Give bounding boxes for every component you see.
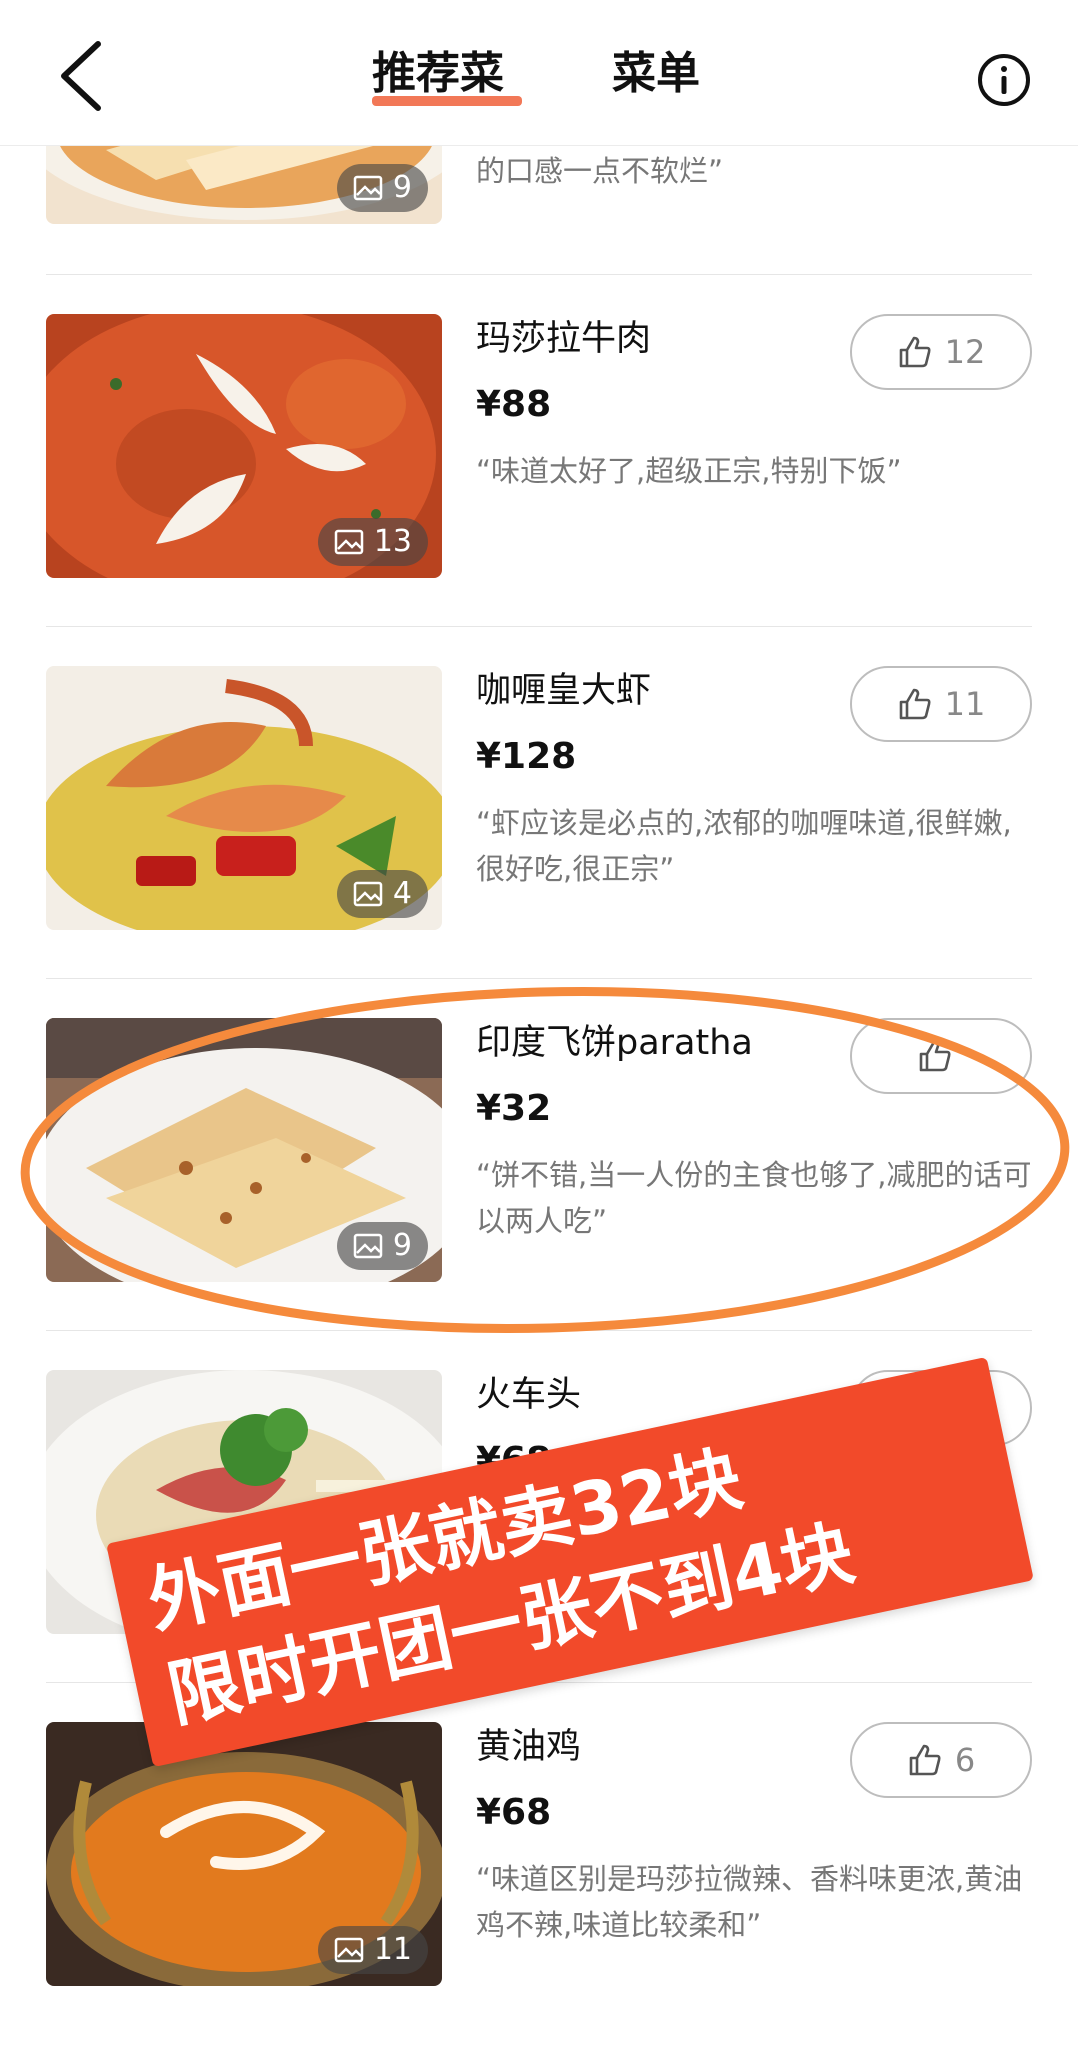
dish-quote: “味道太好了,超级正宗,特别下饭” bbox=[476, 454, 902, 488]
like-button[interactable]: 12 bbox=[850, 314, 1032, 390]
like-button[interactable]: 6 bbox=[850, 1722, 1032, 1798]
list-item[interactable]: 11 黄油鸡 ¥68 “味道区别是玛莎拉微辣、香料味更浓,黄油鸡不辣,味道比较柔… bbox=[46, 1722, 1032, 1990]
like-count: 11 bbox=[944, 685, 986, 723]
image-icon bbox=[353, 881, 383, 907]
photo-count-badge: 4 bbox=[336, 870, 428, 918]
divider bbox=[46, 1330, 1032, 1331]
list-item[interactable]: 9 印度飞饼paratha ¥32 “饼不错,当一人份的主食也够了,减肥的话可以… bbox=[46, 1018, 1032, 1286]
image-icon bbox=[353, 1233, 383, 1259]
thumbs-up-icon bbox=[899, 688, 931, 720]
photo-count: 11 bbox=[373, 1932, 412, 1967]
dish-quote: “味道区别是玛莎拉微辣、香料味更浓,黄油鸡不辣,味道比较柔和” bbox=[476, 1862, 1023, 1942]
page: 推荐菜 菜单 9 的口感一点不软烂” 13 玛莎拉牛肉 ¥88 “味道太好了,超… bbox=[0, 0, 1078, 2054]
image-icon bbox=[334, 1937, 364, 1963]
like-button[interactable] bbox=[850, 1018, 1032, 1094]
tab-menu[interactable]: 菜单 bbox=[612, 44, 700, 104]
image-icon bbox=[334, 529, 364, 555]
photo-count-badge: 11 bbox=[317, 1926, 428, 1974]
back-button[interactable] bbox=[50, 36, 120, 116]
like-count: 6 bbox=[954, 1741, 976, 1779]
top-bar: 推荐菜 菜单 bbox=[0, 0, 1078, 146]
thumbs-up-icon bbox=[909, 1744, 941, 1776]
dish-price: ¥68 bbox=[476, 1792, 552, 1833]
divider bbox=[46, 626, 1032, 627]
info-icon bbox=[978, 54, 1030, 106]
thumbs-up-icon bbox=[899, 336, 931, 368]
dish-price: ¥88 bbox=[476, 384, 552, 425]
photo-count: 13 bbox=[373, 524, 412, 559]
dish-price: ¥32 bbox=[476, 1088, 552, 1129]
dish-photo[interactable]: 9 bbox=[46, 1018, 442, 1282]
dish-name: 火车头 bbox=[476, 1375, 582, 1415]
info-button[interactable] bbox=[976, 52, 1032, 108]
divider bbox=[46, 274, 1032, 275]
dish-photo[interactable]: 4 bbox=[46, 666, 442, 930]
dish-price: ¥128 bbox=[476, 736, 577, 777]
dish-name: 咖喱皇大虾 bbox=[476, 671, 652, 711]
list-item[interactable]: 4 咖喱皇大虾 ¥128 “虾应该是必点的,浓郁的咖喱味道,很鲜嫩,很好吃,很正… bbox=[46, 666, 1032, 934]
dish-quote: “虾应该是必点的,浓郁的咖喱味道,很鲜嫩,很好吃,很正宗” bbox=[476, 806, 1012, 886]
photo-count-badge: 13 bbox=[317, 518, 428, 566]
photo-count: 9 bbox=[392, 1228, 412, 1263]
like-count: 12 bbox=[944, 333, 986, 371]
image-icon bbox=[353, 175, 383, 201]
dish-name: 黄油鸡 bbox=[476, 1727, 582, 1767]
chevron-left-icon bbox=[61, 41, 101, 111]
dish-name: 玛莎拉牛肉 bbox=[476, 319, 652, 359]
photo-count: 4 bbox=[392, 876, 412, 911]
dish-photo[interactable]: 13 bbox=[46, 314, 442, 578]
dish-name: 印度飞饼paratha bbox=[476, 1023, 753, 1063]
photo-count-badge: 9 bbox=[336, 164, 428, 212]
thumbs-up-icon bbox=[919, 1040, 951, 1072]
divider bbox=[46, 978, 1032, 979]
photo-count: 9 bbox=[392, 170, 412, 205]
photo-count-badge: 9 bbox=[336, 1222, 428, 1270]
dish-quote: “饼不错,当一人份的主食也够了,减肥的话可以两人吃” bbox=[476, 1158, 1032, 1238]
tab-recommended[interactable]: 推荐菜 bbox=[372, 44, 504, 104]
dish-quote: 的口感一点不软烂” bbox=[476, 154, 724, 188]
like-button[interactable]: 11 bbox=[850, 666, 1032, 742]
dish-photo[interactable]: 11 bbox=[46, 1722, 442, 1986]
list-item[interactable]: 13 玛莎拉牛肉 ¥88 “味道太好了,超级正宗,特别下饭” 12 bbox=[46, 314, 1032, 582]
